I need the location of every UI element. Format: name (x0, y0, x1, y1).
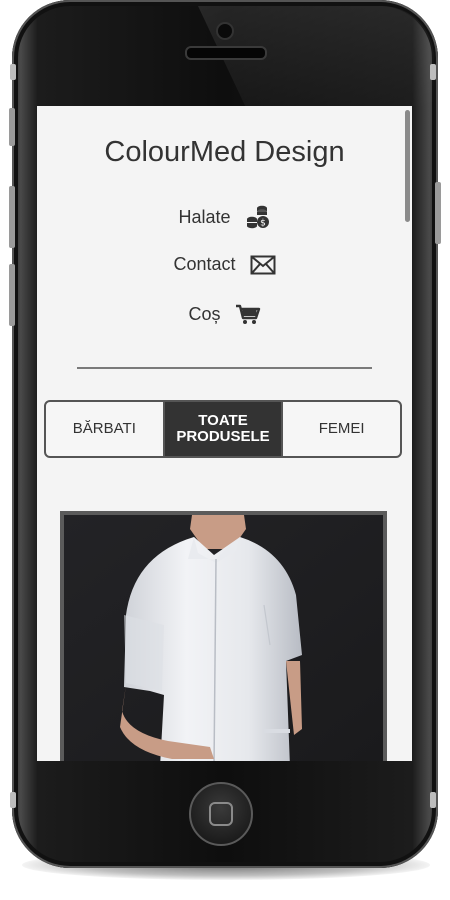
nav-item-contact[interactable]: Contact (37, 254, 412, 275)
nav-item-label: Contact (173, 254, 236, 274)
frame-band-bottom-left (10, 792, 16, 808)
category-filter: BĂRBATI TOATE PRODUSELE FEMEI (44, 400, 402, 458)
front-camera (216, 22, 234, 40)
screen: ColourMed Design Halate $ Contact Coș BĂ… (37, 106, 412, 761)
site-title[interactable]: ColourMed Design (37, 136, 412, 169)
cart-icon (235, 303, 261, 325)
product-image[interactable] (60, 511, 387, 761)
nav-item-cos[interactable]: Coș (37, 303, 412, 325)
filter-men[interactable]: BĂRBATI (46, 402, 163, 456)
frame-band-bottom-right (430, 792, 436, 808)
man-in-white-medical-tunic (64, 515, 383, 761)
envelope-icon (250, 255, 276, 275)
volume-down-button (9, 264, 15, 326)
frame-band-top-left (10, 64, 16, 80)
filter-all-products[interactable]: TOATE PRODUSELE (162, 402, 282, 456)
power-button (435, 182, 441, 244)
filter-women[interactable]: FEMEI (281, 402, 400, 456)
nav-divider (77, 367, 372, 369)
nav-item-label: Coș (188, 303, 221, 324)
nav-item-halate[interactable]: Halate $ (37, 204, 412, 230)
mute-switch (9, 108, 15, 146)
home-button-square (209, 802, 233, 826)
coins-icon: $ (245, 204, 271, 230)
volume-up-button (9, 186, 15, 248)
svg-text:$: $ (260, 219, 266, 229)
frame-band-top-right (430, 64, 436, 80)
earpiece-speaker (185, 46, 267, 60)
home-button[interactable] (189, 782, 253, 846)
nav-item-label: Halate (178, 206, 231, 227)
